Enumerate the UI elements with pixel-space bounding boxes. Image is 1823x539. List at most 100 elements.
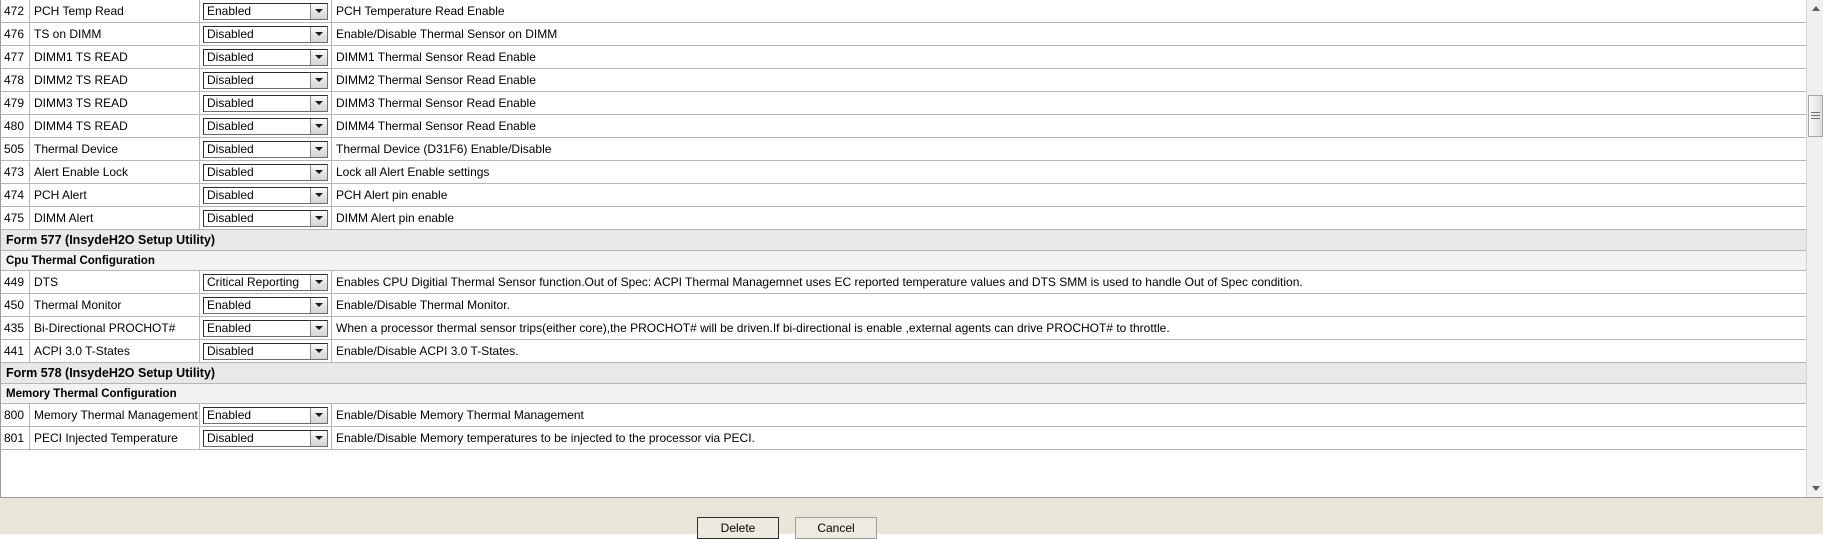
setting-description: DIMM2 Thermal Sensor Read Enable: [331, 68, 1806, 92]
scroll-thumb-grip-icon: [1811, 111, 1820, 121]
setting-name: PCH Temp Read: [29, 0, 200, 23]
setting-name: DIMM3 TS READ: [29, 91, 200, 115]
setting-value-dropdown[interactable]: Enabled: [203, 296, 328, 314]
setting-description: DIMM1 Thermal Sensor Read Enable: [331, 45, 1806, 69]
scrollbar-thumb[interactable]: [1808, 95, 1823, 137]
setting-value-dropdown[interactable]: Disabled: [203, 140, 328, 158]
setting-name: Thermal Monitor: [29, 293, 200, 317]
row-id: 478: [1, 68, 30, 92]
setting-value-dropdown[interactable]: Disabled: [203, 71, 328, 89]
setting-value-dropdown[interactable]: Enabled: [203, 2, 328, 20]
setting-value-dropdown[interactable]: Disabled: [203, 25, 328, 43]
setting-value-cell: Disabled: [199, 22, 332, 46]
setting-value-cell: Disabled: [199, 137, 332, 161]
setting-value-dropdown[interactable]: Disabled: [203, 94, 328, 112]
setting-value-cell: Enabled: [199, 293, 332, 317]
setting-value-cell: Enabled: [199, 0, 332, 23]
chevron-down-icon[interactable]: [310, 141, 327, 157]
setting-value-text: Enabled: [207, 3, 252, 18]
setting-value-dropdown[interactable]: Enabled: [203, 319, 328, 337]
row-id: 441: [1, 339, 30, 363]
setting-value-cell: Disabled: [199, 183, 332, 207]
chevron-down-icon[interactable]: [310, 187, 327, 203]
table-row: 480 DIMM4 TS READ Disabled DIMM4 Thermal Se…: [1, 114, 1806, 138]
delete-button[interactable]: Delete: [697, 517, 779, 539]
row-id: 475: [1, 206, 30, 230]
setting-name: DTS: [29, 270, 200, 294]
row-id: 435: [1, 316, 30, 340]
chevron-down-icon[interactable]: [310, 343, 327, 359]
setting-value-dropdown[interactable]: Enabled: [203, 406, 328, 424]
table-row: 479 DIMM3 TS READ Disabled DIMM3 Thermal Se…: [1, 91, 1806, 115]
form-section-header: Form 578 (InsydeH2O Setup Utility): [1, 362, 1806, 384]
setting-description: Thermal Device (D31F6) Enable/Disable: [331, 137, 1806, 161]
setting-value-cell: Disabled: [199, 426, 332, 450]
setting-description: DIMM3 Thermal Sensor Read Enable: [331, 91, 1806, 115]
chevron-down-icon[interactable]: [310, 49, 327, 65]
setting-value-text: Disabled: [207, 187, 254, 202]
row-id: 450: [1, 293, 30, 317]
setting-value-dropdown[interactable]: Disabled: [203, 209, 328, 227]
subsection-title: Cpu Thermal Configuration: [1, 250, 1806, 271]
setting-value-cell: Disabled: [199, 206, 332, 230]
setting-name: TS on DIMM: [29, 22, 200, 46]
settings-grid-window: 472 PCH Temp Read Enabled PCH Temperature R…: [0, 0, 1823, 539]
chevron-down-icon[interactable]: [310, 118, 327, 134]
setting-value-cell: Disabled: [199, 160, 332, 184]
chevron-down-icon[interactable]: [310, 430, 327, 446]
setting-description: DIMM4 Thermal Sensor Read Enable: [331, 114, 1806, 138]
setting-name: Alert Enable Lock: [29, 160, 200, 184]
chevron-down-icon[interactable]: [310, 72, 327, 88]
row-id: 800: [1, 403, 30, 427]
table-row: 475 DIMM Alert Disabled DIMM Alert pin enab…: [1, 206, 1806, 230]
setting-value-dropdown[interactable]: Disabled: [203, 186, 328, 204]
scroll-down-button[interactable]: [1807, 480, 1823, 497]
subsection-title: Memory Thermal Configuration: [1, 383, 1806, 404]
table-row: 800 Memory Thermal Management Enabled Enabl…: [1, 403, 1806, 427]
subsection-header: Cpu Thermal Configuration: [1, 250, 1806, 271]
form-section-header: Form 577 (InsydeH2O Setup Utility): [1, 229, 1806, 251]
table-row: 450 Thermal Monitor Enabled Enable/Disable …: [1, 293, 1806, 317]
setting-name: Memory Thermal Management: [29, 403, 200, 427]
setting-value-dropdown[interactable]: Disabled: [203, 342, 328, 360]
setting-value-dropdown[interactable]: Disabled: [203, 163, 328, 181]
setting-value-cell: Critical Reporting: [199, 270, 332, 294]
setting-name: DIMM4 TS READ: [29, 114, 200, 138]
setting-value-text: Disabled: [207, 118, 254, 133]
chevron-down-icon[interactable]: [310, 95, 327, 111]
setting-description: Enable/Disable Thermal Monitor.: [331, 293, 1806, 317]
setting-value-dropdown[interactable]: Critical Reporting: [203, 273, 328, 291]
chevron-down-icon[interactable]: [310, 274, 327, 290]
setting-value-dropdown[interactable]: Disabled: [203, 429, 328, 447]
setting-name: DIMM1 TS READ: [29, 45, 200, 69]
chevron-down-icon[interactable]: [310, 3, 327, 19]
setting-value-cell: Disabled: [199, 45, 332, 69]
chevron-down-icon[interactable]: [310, 26, 327, 42]
scroll-region: 472 PCH Temp Read Enabled PCH Temperature R…: [0, 0, 1823, 497]
setting-description: Enable/Disable ACPI 3.0 T-States.: [331, 339, 1806, 363]
vertical-scrollbar[interactable]: [1806, 0, 1823, 497]
chevron-down-icon[interactable]: [310, 164, 327, 180]
setting-name: Bi-Directional PROCHOT#: [29, 316, 200, 340]
chevron-down-icon[interactable]: [310, 320, 327, 336]
row-id: 472: [1, 0, 30, 23]
chevron-down-icon[interactable]: [310, 297, 327, 313]
scroll-up-button[interactable]: [1807, 0, 1823, 17]
row-id: 476: [1, 22, 30, 46]
row-id: 474: [1, 183, 30, 207]
form-section-title: Form 577 (InsydeH2O Setup Utility): [1, 229, 1806, 251]
chevron-down-icon[interactable]: [310, 407, 327, 423]
cancel-button[interactable]: Cancel: [795, 517, 877, 539]
row-id: 449: [1, 270, 30, 294]
chevron-down-icon[interactable]: [310, 210, 327, 226]
setting-description: When a processor thermal sensor trips(ei…: [331, 316, 1806, 340]
table-row: 472 PCH Temp Read Enabled PCH Temperature R…: [1, 0, 1806, 23]
setting-value-text: Enabled: [207, 407, 252, 422]
setting-name: Thermal Device: [29, 137, 200, 161]
subsection-header: Memory Thermal Configuration: [1, 383, 1806, 404]
form-section-title: Form 578 (InsydeH2O Setup Utility): [1, 362, 1806, 384]
setting-value-dropdown[interactable]: Disabled: [203, 48, 328, 66]
row-id: 480: [1, 114, 30, 138]
setting-value-dropdown[interactable]: Disabled: [203, 117, 328, 135]
row-id: 801: [1, 426, 30, 450]
